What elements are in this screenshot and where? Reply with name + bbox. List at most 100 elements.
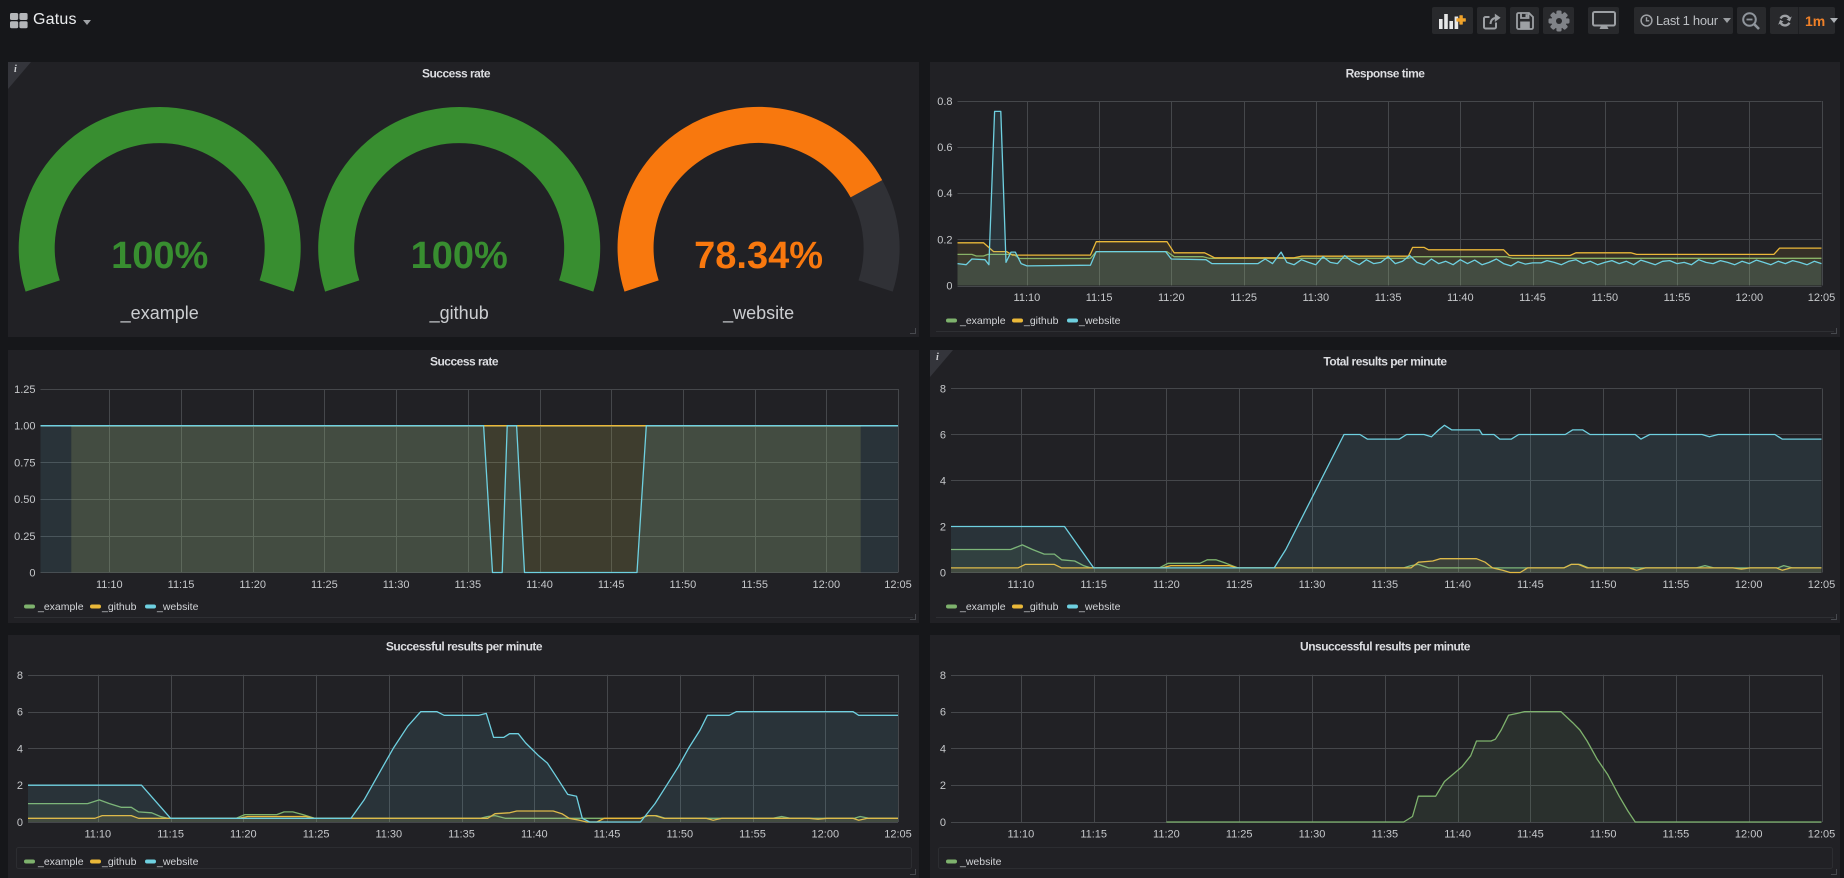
svg-text:11:25: 11:25 [1230,292,1257,304]
svg-text:11:20: 11:20 [1153,829,1180,841]
svg-text:11:40: 11:40 [1447,292,1474,304]
svg-text:0: 0 [940,568,946,580]
svg-text:_github: _github [101,856,137,868]
svg-text:11:30: 11:30 [1299,579,1326,591]
svg-text:100%: 100% [111,235,208,277]
svg-text:Successful results per minute: Successful results per minute [386,640,543,654]
svg-text:12:05: 12:05 [1808,579,1836,591]
svg-text:Success rate: Success rate [430,355,499,369]
svg-text:11:35: 11:35 [448,829,475,841]
svg-text:_example: _example [120,303,199,324]
svg-text:11:10: 11:10 [1014,292,1041,304]
svg-text:0: 0 [940,817,946,829]
svg-text:11:50: 11:50 [1590,579,1617,591]
svg-text:11:20: 11:20 [1158,292,1185,304]
svg-text:0.4: 0.4 [937,188,952,200]
svg-text:11:15: 11:15 [1080,829,1107,841]
svg-text:11:10: 11:10 [1008,579,1035,591]
svg-text:11:40: 11:40 [521,829,548,841]
svg-text:11:45: 11:45 [598,579,625,591]
svg-text:100%: 100% [411,235,508,277]
svg-text:11:45: 11:45 [1517,829,1544,841]
svg-text:_github: _github [1023,315,1059,327]
svg-text:0: 0 [29,568,35,580]
svg-text:4: 4 [940,476,946,488]
svg-text:12:05: 12:05 [1808,292,1836,304]
svg-text:11:20: 11:20 [239,579,266,591]
svg-text:11:25: 11:25 [303,829,330,841]
svg-text:4: 4 [940,743,946,755]
svg-text:0.75: 0.75 [14,457,35,469]
svg-text:8: 8 [940,670,946,682]
svg-text:12:00: 12:00 [1735,579,1763,591]
svg-text:11:50: 11:50 [1591,292,1618,304]
svg-text:11:30: 11:30 [375,829,402,841]
svg-text:_github: _github [1023,601,1059,613]
svg-text:12:05: 12:05 [884,829,912,841]
svg-text:0.8: 0.8 [937,96,952,108]
svg-text:Response time: Response time [1346,67,1426,81]
svg-text:11:25: 11:25 [311,579,338,591]
svg-text:0.50: 0.50 [14,494,35,506]
svg-text:0.6: 0.6 [937,142,952,154]
svg-text:12:00: 12:00 [813,579,841,591]
svg-text:_example: _example [37,856,84,868]
svg-text:0: 0 [946,281,952,293]
svg-text:11:20: 11:20 [1153,579,1180,591]
svg-text:11:40: 11:40 [1444,579,1471,591]
svg-text:_website: _website [1078,315,1121,327]
svg-text:_example: _example [959,601,1006,613]
svg-text:11:55: 11:55 [1663,829,1690,841]
svg-text:12:00: 12:00 [1736,292,1764,304]
svg-text:Total results per minute: Total results per minute [1323,355,1447,369]
svg-text:_website: _website [959,856,1002,868]
svg-text:8: 8 [940,384,946,396]
svg-text:_website: _website [156,601,199,613]
svg-text:2: 2 [940,522,946,534]
svg-text:11:55: 11:55 [1663,579,1690,591]
svg-text:11:55: 11:55 [739,829,766,841]
svg-text:12:00: 12:00 [1735,829,1763,841]
svg-text:11:10: 11:10 [1008,829,1035,841]
svg-text:_github: _github [101,601,137,613]
svg-text:6: 6 [940,430,946,442]
svg-text:11:35: 11:35 [1371,579,1398,591]
svg-text:11:25: 11:25 [1226,829,1253,841]
svg-text:11:10: 11:10 [96,579,123,591]
svg-text:8: 8 [17,670,23,682]
svg-text:11:55: 11:55 [741,579,768,591]
svg-text:12:00: 12:00 [812,829,840,841]
svg-text:1.00: 1.00 [14,421,35,433]
svg-text:12:05: 12:05 [1808,829,1836,841]
svg-text:2: 2 [17,780,23,792]
svg-text:11:45: 11:45 [1517,579,1544,591]
svg-text:11:15: 11:15 [1080,579,1107,591]
svg-text:Success rate: Success rate [422,67,491,81]
svg-text:11:45: 11:45 [1519,292,1546,304]
svg-text:6: 6 [940,707,946,719]
svg-text:_website: _website [1078,601,1121,613]
svg-text:11:15: 11:15 [168,579,195,591]
svg-text:_website: _website [722,303,794,324]
svg-text:_github: _github [429,303,489,324]
svg-text:0.25: 0.25 [14,531,35,543]
svg-text:11:25: 11:25 [1226,579,1253,591]
svg-text:11:30: 11:30 [1302,292,1329,304]
svg-text:_example: _example [959,315,1006,327]
svg-text:11:15: 11:15 [1086,292,1113,304]
svg-text:11:35: 11:35 [454,579,481,591]
svg-text:11:50: 11:50 [666,829,693,841]
svg-text:11:45: 11:45 [594,829,621,841]
svg-text:11:10: 11:10 [84,829,111,841]
svg-text:11:55: 11:55 [1664,292,1691,304]
svg-text:11:40: 11:40 [1444,829,1471,841]
svg-text:_example: _example [37,601,84,613]
svg-text:4: 4 [17,743,23,755]
svg-text:11:15: 11:15 [157,829,184,841]
svg-text:0.2: 0.2 [937,234,952,246]
svg-text:11:35: 11:35 [1375,292,1402,304]
svg-text:_website: _website [156,856,199,868]
svg-text:11:30: 11:30 [383,579,410,591]
svg-text:1.25: 1.25 [14,384,35,396]
svg-text:2: 2 [940,780,946,792]
